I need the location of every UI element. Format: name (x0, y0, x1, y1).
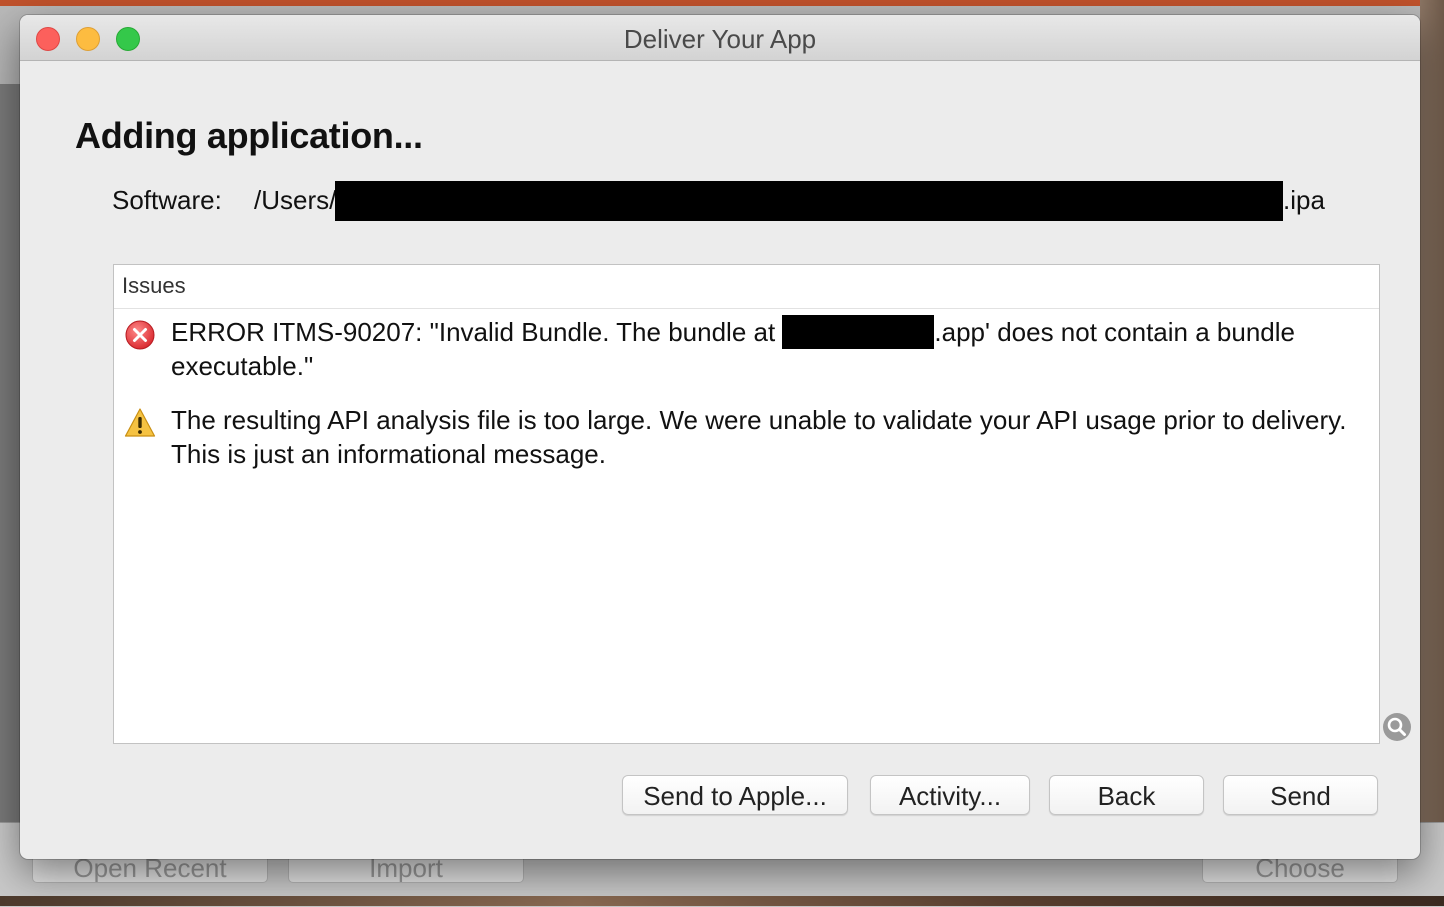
deliver-app-window: Deliver Your App Adding application... S… (20, 15, 1420, 859)
window-title: Deliver Your App (623, 24, 817, 54)
back-button[interactable]: Back (1049, 775, 1204, 815)
title-bar: Deliver Your App (20, 15, 1420, 61)
warning-triangle-icon (124, 408, 156, 437)
page-title: Adding application... (75, 115, 423, 156)
software-path: /Users/ (254, 185, 337, 215)
issue-message: ERROR ITMS-90207: "Invalid Bundle. The b… (171, 315, 1361, 383)
error-x-icon (125, 320, 155, 350)
issues-header: Issues (114, 265, 1379, 309)
issue-text-start: ERROR ITMS-90207: "Invalid Bundle. The b… (171, 317, 783, 347)
software-label: Software: (112, 185, 222, 215)
redacted-path (335, 181, 1283, 221)
background-window-edge (0, 84, 20, 824)
redacted-bundle-path (782, 315, 935, 349)
software-extension: .ipa (1283, 185, 1325, 215)
issues-header-label: Issues (122, 273, 186, 298)
activity-button[interactable]: Activity... (870, 775, 1030, 815)
desktop-background-right (1420, 0, 1444, 906)
magnifier-icon[interactable] (1382, 712, 1412, 742)
issues-list[interactable]: Issues ERROR ITMS-90207: "Invalid Bundle… (113, 264, 1380, 744)
desktop-background-bottom (0, 896, 1444, 906)
send-to-apple-button[interactable]: Send to Apple... (622, 775, 848, 815)
issue-message: The resulting API analysis file is too l… (171, 405, 1347, 469)
send-button[interactable]: Send (1223, 775, 1378, 815)
